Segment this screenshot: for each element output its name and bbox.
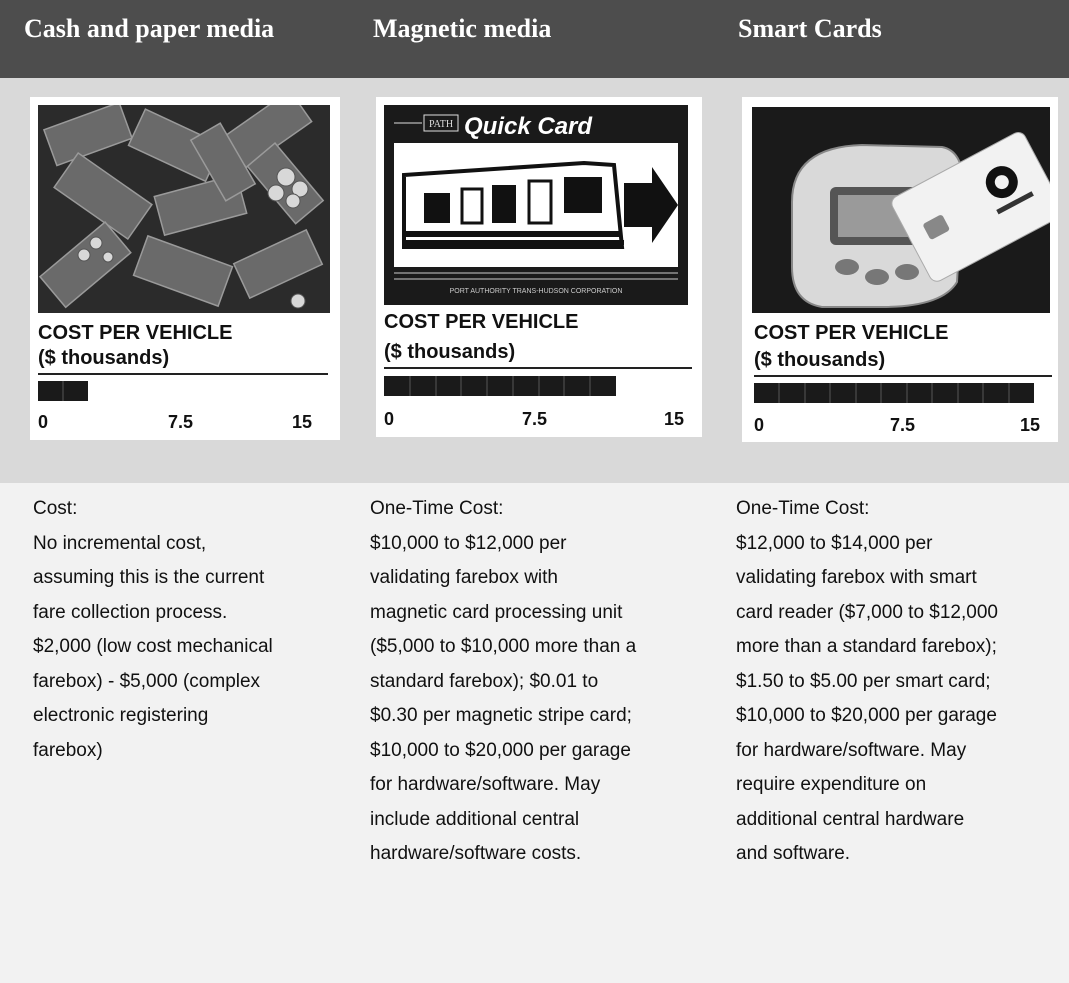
cost-bar-magnetic [384,376,616,396]
description-line: hardware/software costs. [370,843,582,864]
description-line: $12,000 to $14,000 per [736,532,933,554]
magnetic-description: One-Time Cost: $10,000 to $12,000 per va… [370,492,720,872]
tick-label-0: 0 [384,409,395,429]
description-line: for hardware/software. May [370,774,601,795]
column-title-smart: Smart Cards [738,14,882,43]
description-line: $0.30 per magnetic stripe card; [370,705,632,726]
description-line: $10,000 to $20,000 per garage [736,705,997,726]
description-line: validating farebox with [370,567,558,588]
description-line: $1.50 to $5.00 per smart card; [736,670,991,692]
magnetic-card: PATH Quick Card PORT AUTHORITY TRANS-HUD… [376,97,702,437]
description-line: $10,000 to $20,000 per garage [370,739,631,761]
description-line: require expenditure on [736,774,927,795]
description-line: fare collection process. [33,601,228,623]
smart-card-photo [752,107,1050,313]
description-line: $10,000 to $12,000 per [370,532,567,554]
description-line: No incremental cost, [33,532,207,554]
description-line: farebox) - $5,000 (complex [33,670,261,692]
card-footer-text: PORT AUTHORITY TRANS-HUDSON CORPORATION [450,288,623,295]
tick-label-15: 15 [1020,415,1041,435]
card-name-text: Quick Card [464,113,593,140]
cost-label-cash: COST PER VEHICLE [38,322,233,344]
train-icon [402,160,625,249]
cost-unit-smart: ($ thousands) [754,349,886,371]
cash-description: Cost: No incremental cost, assuming this… [33,492,383,768]
tick-label-7-5: 7.5 [522,409,548,429]
smart-description: One-Time Cost: $12,000 to $14,000 per va… [736,492,1066,872]
axis-rule-magnetic [384,367,692,369]
axis-rule-cash [38,373,328,375]
axis-rule-smart [754,375,1052,377]
card-brand-text: PATH [429,119,453,130]
description-line: standard farebox); $0.01 to [370,670,599,692]
column-title-cash: Cash and paper media [24,14,275,43]
description-line: electronic registering [33,705,209,726]
description-line: card reader ($7,000 to $12,000 [736,601,998,623]
cost-unit-cash: ($ thousands) [38,347,170,369]
quick-card-photo: PATH Quick Card PORT AUTHORITY TRANS-HUD… [384,105,688,305]
description-line: magnetic card processing unit [370,601,623,623]
header-bar: Cash and paper media Magnetic media Smar… [0,0,1069,78]
description-line: One-Time Cost: [736,498,870,519]
tick-label-0: 0 [38,412,49,432]
cost-bar-smart [754,383,1034,403]
description-line: $2,000 (low cost mechanical [33,636,273,657]
cost-label-magnetic: COST PER VEHICLE [384,311,579,333]
column-title-magnetic: Magnetic media [373,14,552,43]
description-line: additional central hardware [736,808,965,830]
description-line: more than a standard farebox); [736,636,997,657]
description-line: One-Time Cost: [370,498,504,519]
tick-label-7-5: 7.5 [890,415,916,435]
cost-bar-cash [38,381,88,401]
cash-card: COST PER VEHICLE ($ thousands) 0 7.5 15 [30,97,340,440]
tick-label-15: 15 [292,412,313,432]
description-line: ($5,000 to $10,000 more than a [370,636,637,657]
description-line: validating farebox with smart [736,567,977,588]
tick-label-7-5: 7.5 [168,412,194,432]
description-line: farebox) [33,739,103,761]
cost-unit-magnetic: ($ thousands) [384,341,516,363]
description-line: for hardware/software. May [736,739,967,761]
tick-label-15: 15 [664,409,685,429]
cash-photo [38,105,330,313]
smart-card: COST PER VEHICLE ($ thousands) 0 7.5 15 [742,97,1058,442]
description-line: and software. [736,843,851,864]
description-line: include additional central [370,808,580,830]
description-line: assuming this is the current [33,567,265,588]
description-line: Cost: [33,498,78,519]
tick-label-0: 0 [754,415,765,435]
cost-label-smart: COST PER VEHICLE [754,322,949,344]
